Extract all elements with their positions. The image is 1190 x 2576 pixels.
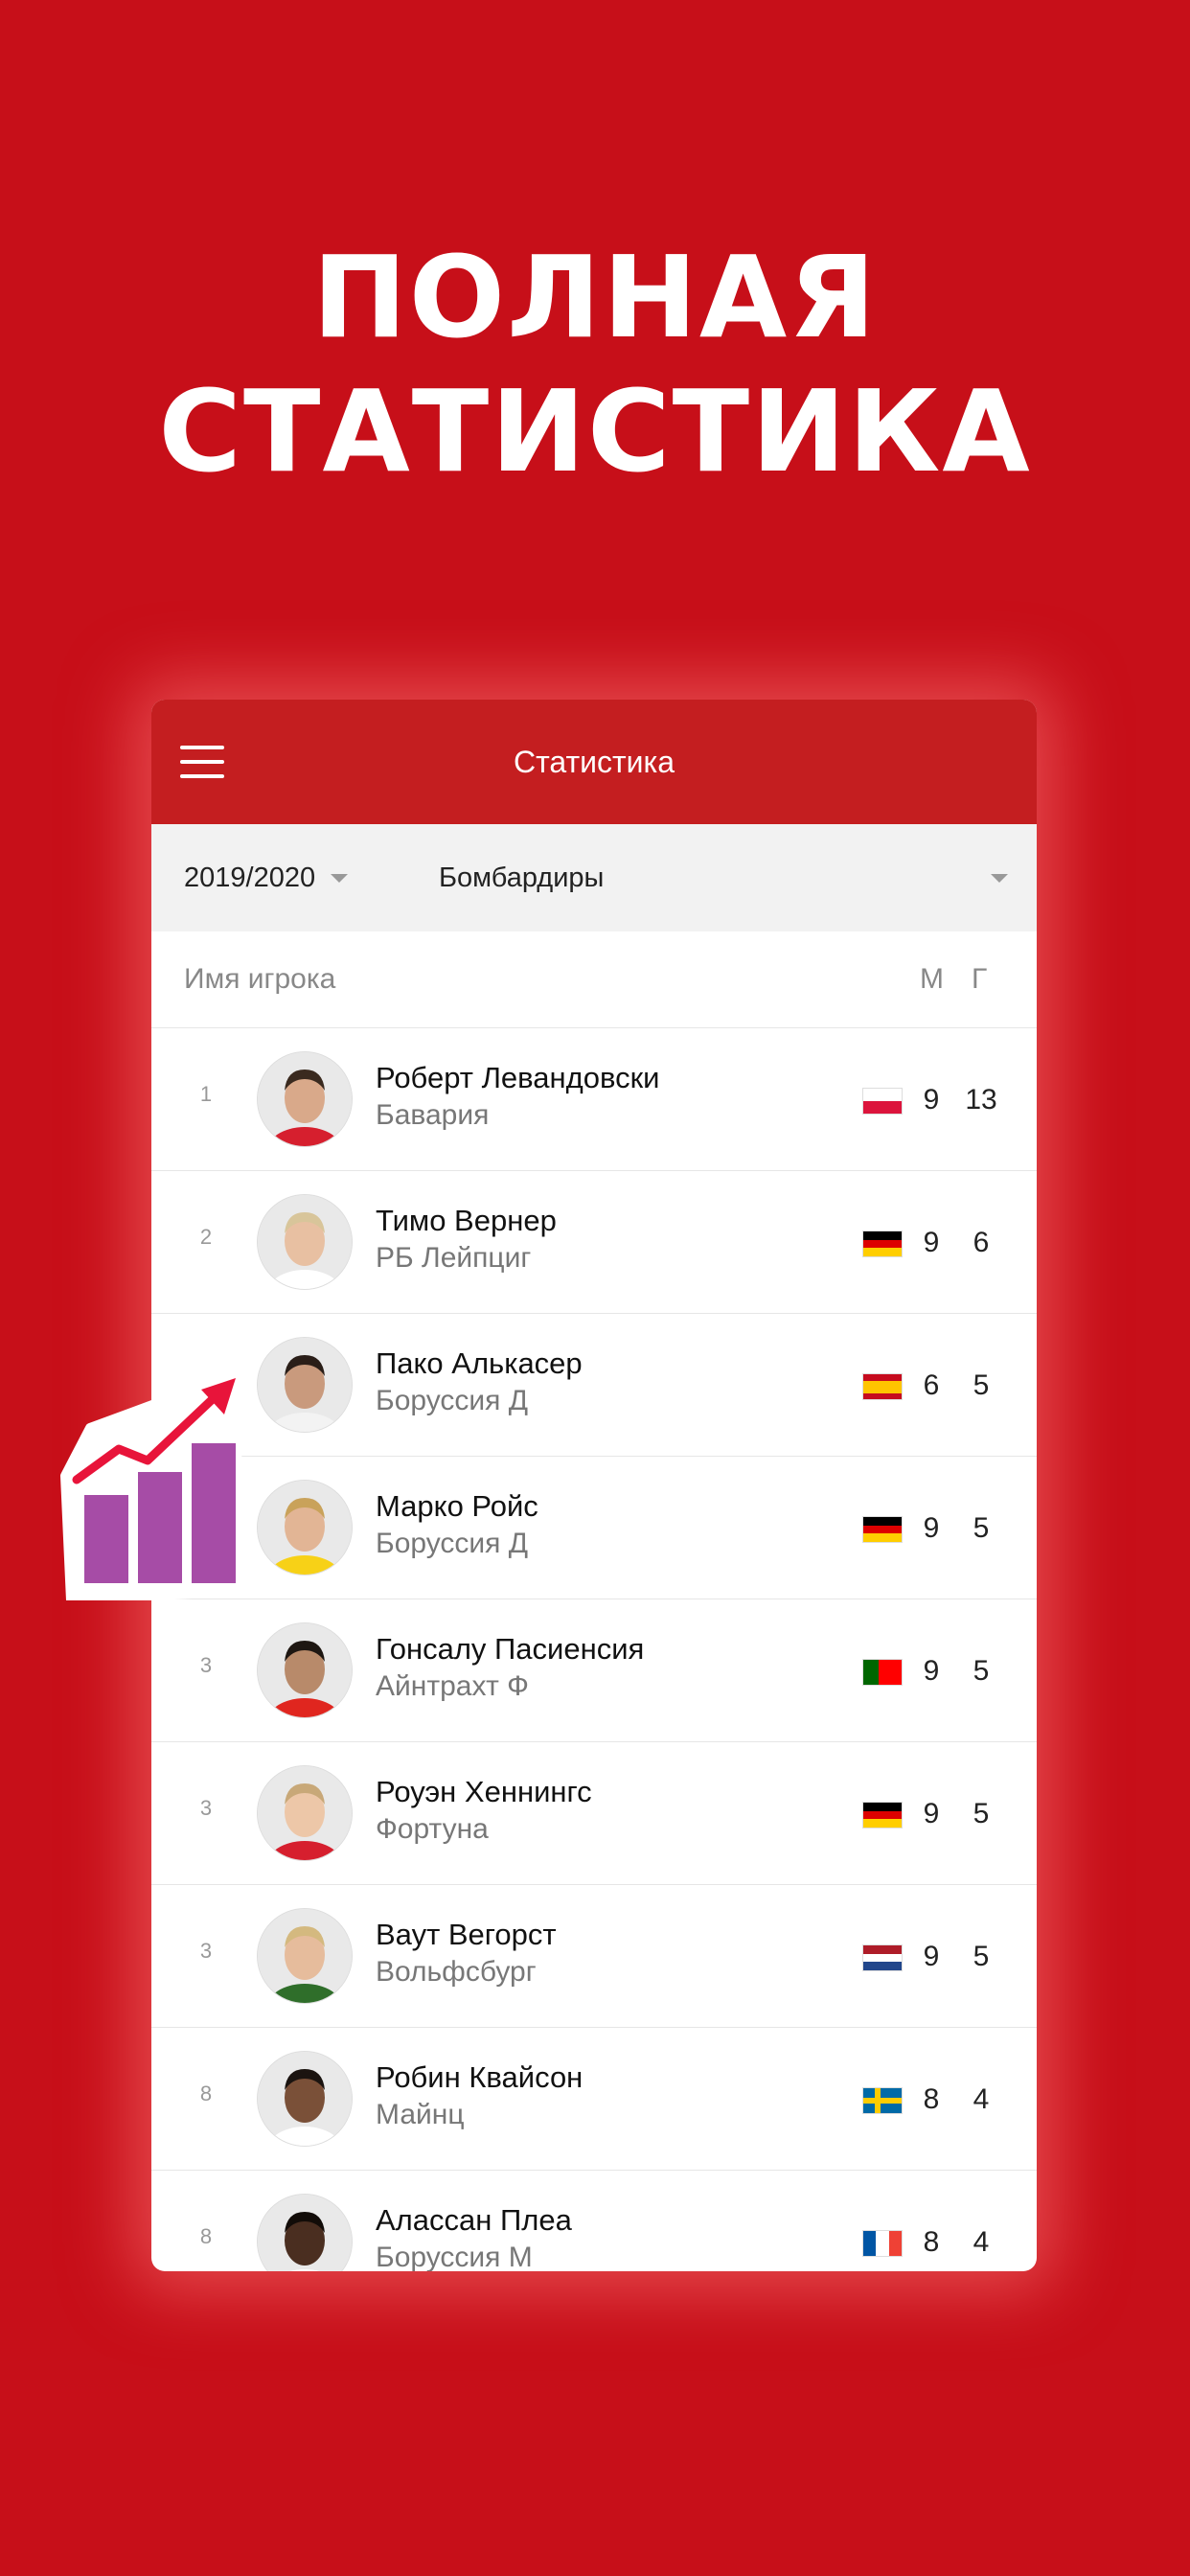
player-name: Робин Квайсон (376, 2060, 584, 2094)
goals-value: 5 (973, 1655, 990, 1687)
column-goals: Г (972, 963, 988, 995)
navbar-title: Статистика (513, 744, 675, 779)
player-row[interactable]: 3 Роуэн Хеннингс Фортуна 9 5 (151, 1742, 1037, 1885)
spain-flag-icon (862, 1373, 903, 1400)
goals-value: 13 (965, 1084, 997, 1116)
player-row[interactable]: 1 Роберт Левандовски Бавария 9 13 (151, 1028, 1037, 1171)
goals-value: 5 (973, 1369, 990, 1401)
player-club: Айнтрахт Ф (376, 1670, 529, 1702)
player-avatar (257, 2194, 353, 2271)
headline: ПОЛНАЯ СТАТИСТИКА (0, 230, 1190, 498)
table-header: Имя игрока М Г (151, 932, 1037, 1028)
germany-flag-icon (862, 1516, 903, 1543)
portugal-flag-icon (862, 1659, 903, 1686)
player-club: Боруссия Д (376, 1528, 529, 1559)
player-club: Фортуна (376, 1813, 489, 1845)
hamburger-icon[interactable] (180, 746, 224, 778)
chevron-down-icon[interactable] (991, 874, 1008, 883)
sweden-flag-icon (862, 2087, 903, 2114)
player-avatar (257, 1337, 353, 1433)
navbar: Статистика (151, 700, 1037, 824)
player-list: 1 Роберт Левандовски Бавария 9 13 2 Тимо Верне… (151, 1028, 1037, 2271)
player-row[interactable]: Марко Ройс Боруссия Д 9 5 (151, 1457, 1037, 1599)
player-name: Роберт Левандовски (376, 1061, 660, 1094)
matches-value: 9 (923, 1798, 940, 1829)
stat-type-dropdown[interactable]: Бомбардиры (439, 862, 604, 894)
france-flag-icon (862, 2230, 903, 2257)
player-club: Боруссия М (376, 2242, 533, 2271)
goals-value: 5 (973, 1798, 990, 1829)
matches-value: 9 (923, 1227, 940, 1258)
growth-chart-icon (60, 1377, 248, 1600)
germany-flag-icon (862, 1230, 903, 1257)
player-row[interactable]: 3 Ваут Вегорст Вольфсбург 9 5 (151, 1885, 1037, 2028)
headline-line-2: СТАТИСТИКА (158, 365, 1032, 497)
player-avatar (257, 1908, 353, 2004)
player-avatar (257, 1051, 353, 1147)
player-name: Ваут Вегорст (376, 1918, 557, 1951)
goals-value: 6 (973, 1227, 990, 1258)
player-avatar (257, 1765, 353, 1861)
headline-line-1: ПОЛНАЯ (311, 231, 878, 363)
player-avatar (257, 1194, 353, 1290)
matches-value: 6 (923, 1369, 940, 1401)
goals-value: 4 (973, 2083, 990, 2115)
player-row[interactable]: 8 Алассан Плеа Боруссия М 8 4 (151, 2171, 1037, 2271)
player-club: РБ Лейпциг (376, 1242, 532, 1274)
player-row[interactable]: Пако Алькасер Боруссия Д 6 5 (151, 1314, 1037, 1457)
player-rank: 3 (199, 1653, 213, 1677)
player-avatar (257, 1480, 353, 1576)
player-name: Тимо Вернер (376, 1204, 557, 1237)
chevron-down-icon (331, 873, 349, 883)
player-row[interactable]: 8 Робин Квайсон Майнц 8 4 (151, 2028, 1037, 2171)
app-screen: Статистика 2019/2020 Бомбардиры Имя игро… (151, 700, 1037, 2271)
player-avatar (257, 2051, 353, 2147)
player-club: Бавария (376, 1099, 490, 1131)
column-player: Имя игрока (184, 963, 336, 995)
goals-value: 5 (973, 1941, 990, 1972)
player-rank: 8 (199, 2082, 213, 2105)
goals-value: 4 (973, 2226, 990, 2258)
goals-value: 5 (973, 1512, 990, 1544)
matches-value: 9 (923, 1512, 940, 1544)
player-club: Майнц (376, 2099, 465, 2130)
germany-flag-icon (862, 1802, 903, 1828)
column-matches: М (920, 963, 944, 995)
filter-bar: 2019/2020 Бомбардиры (151, 824, 1037, 932)
player-avatar (257, 1622, 353, 1718)
matches-value: 8 (923, 2083, 940, 2115)
player-row[interactable]: 3 Гонсалу Пасиенсия Айнтрахт Ф 9 5 (151, 1599, 1037, 1742)
player-name: Гонсалу Пасиенсия (376, 1632, 645, 1666)
player-row[interactable]: 2 Тимо Вернер РБ Лейпциг 9 6 (151, 1171, 1037, 1314)
player-name: Марко Ройс (376, 1489, 538, 1523)
player-name: Алассан Плеа (376, 2203, 572, 2237)
player-rank: 3 (199, 1796, 213, 1820)
matches-value: 9 (923, 1941, 940, 1972)
player-club: Вольфсбург (376, 1956, 537, 1988)
player-club: Боруссия Д (376, 1385, 529, 1416)
player-name: Роуэн Хеннингс (376, 1775, 592, 1808)
player-rank: 3 (199, 1939, 213, 1963)
season-dropdown[interactable]: 2019/2020 (184, 862, 349, 894)
matches-value: 9 (923, 1084, 940, 1116)
player-rank: 1 (199, 1082, 213, 1106)
netherlands-flag-icon (862, 1944, 903, 1971)
player-rank: 2 (199, 1225, 213, 1249)
matches-value: 9 (923, 1655, 940, 1687)
poland-flag-icon (862, 1088, 903, 1115)
season-value: 2019/2020 (184, 862, 316, 893)
player-rank: 8 (199, 2224, 213, 2248)
matches-value: 8 (923, 2226, 940, 2258)
player-name: Пако Алькасер (376, 1346, 583, 1380)
